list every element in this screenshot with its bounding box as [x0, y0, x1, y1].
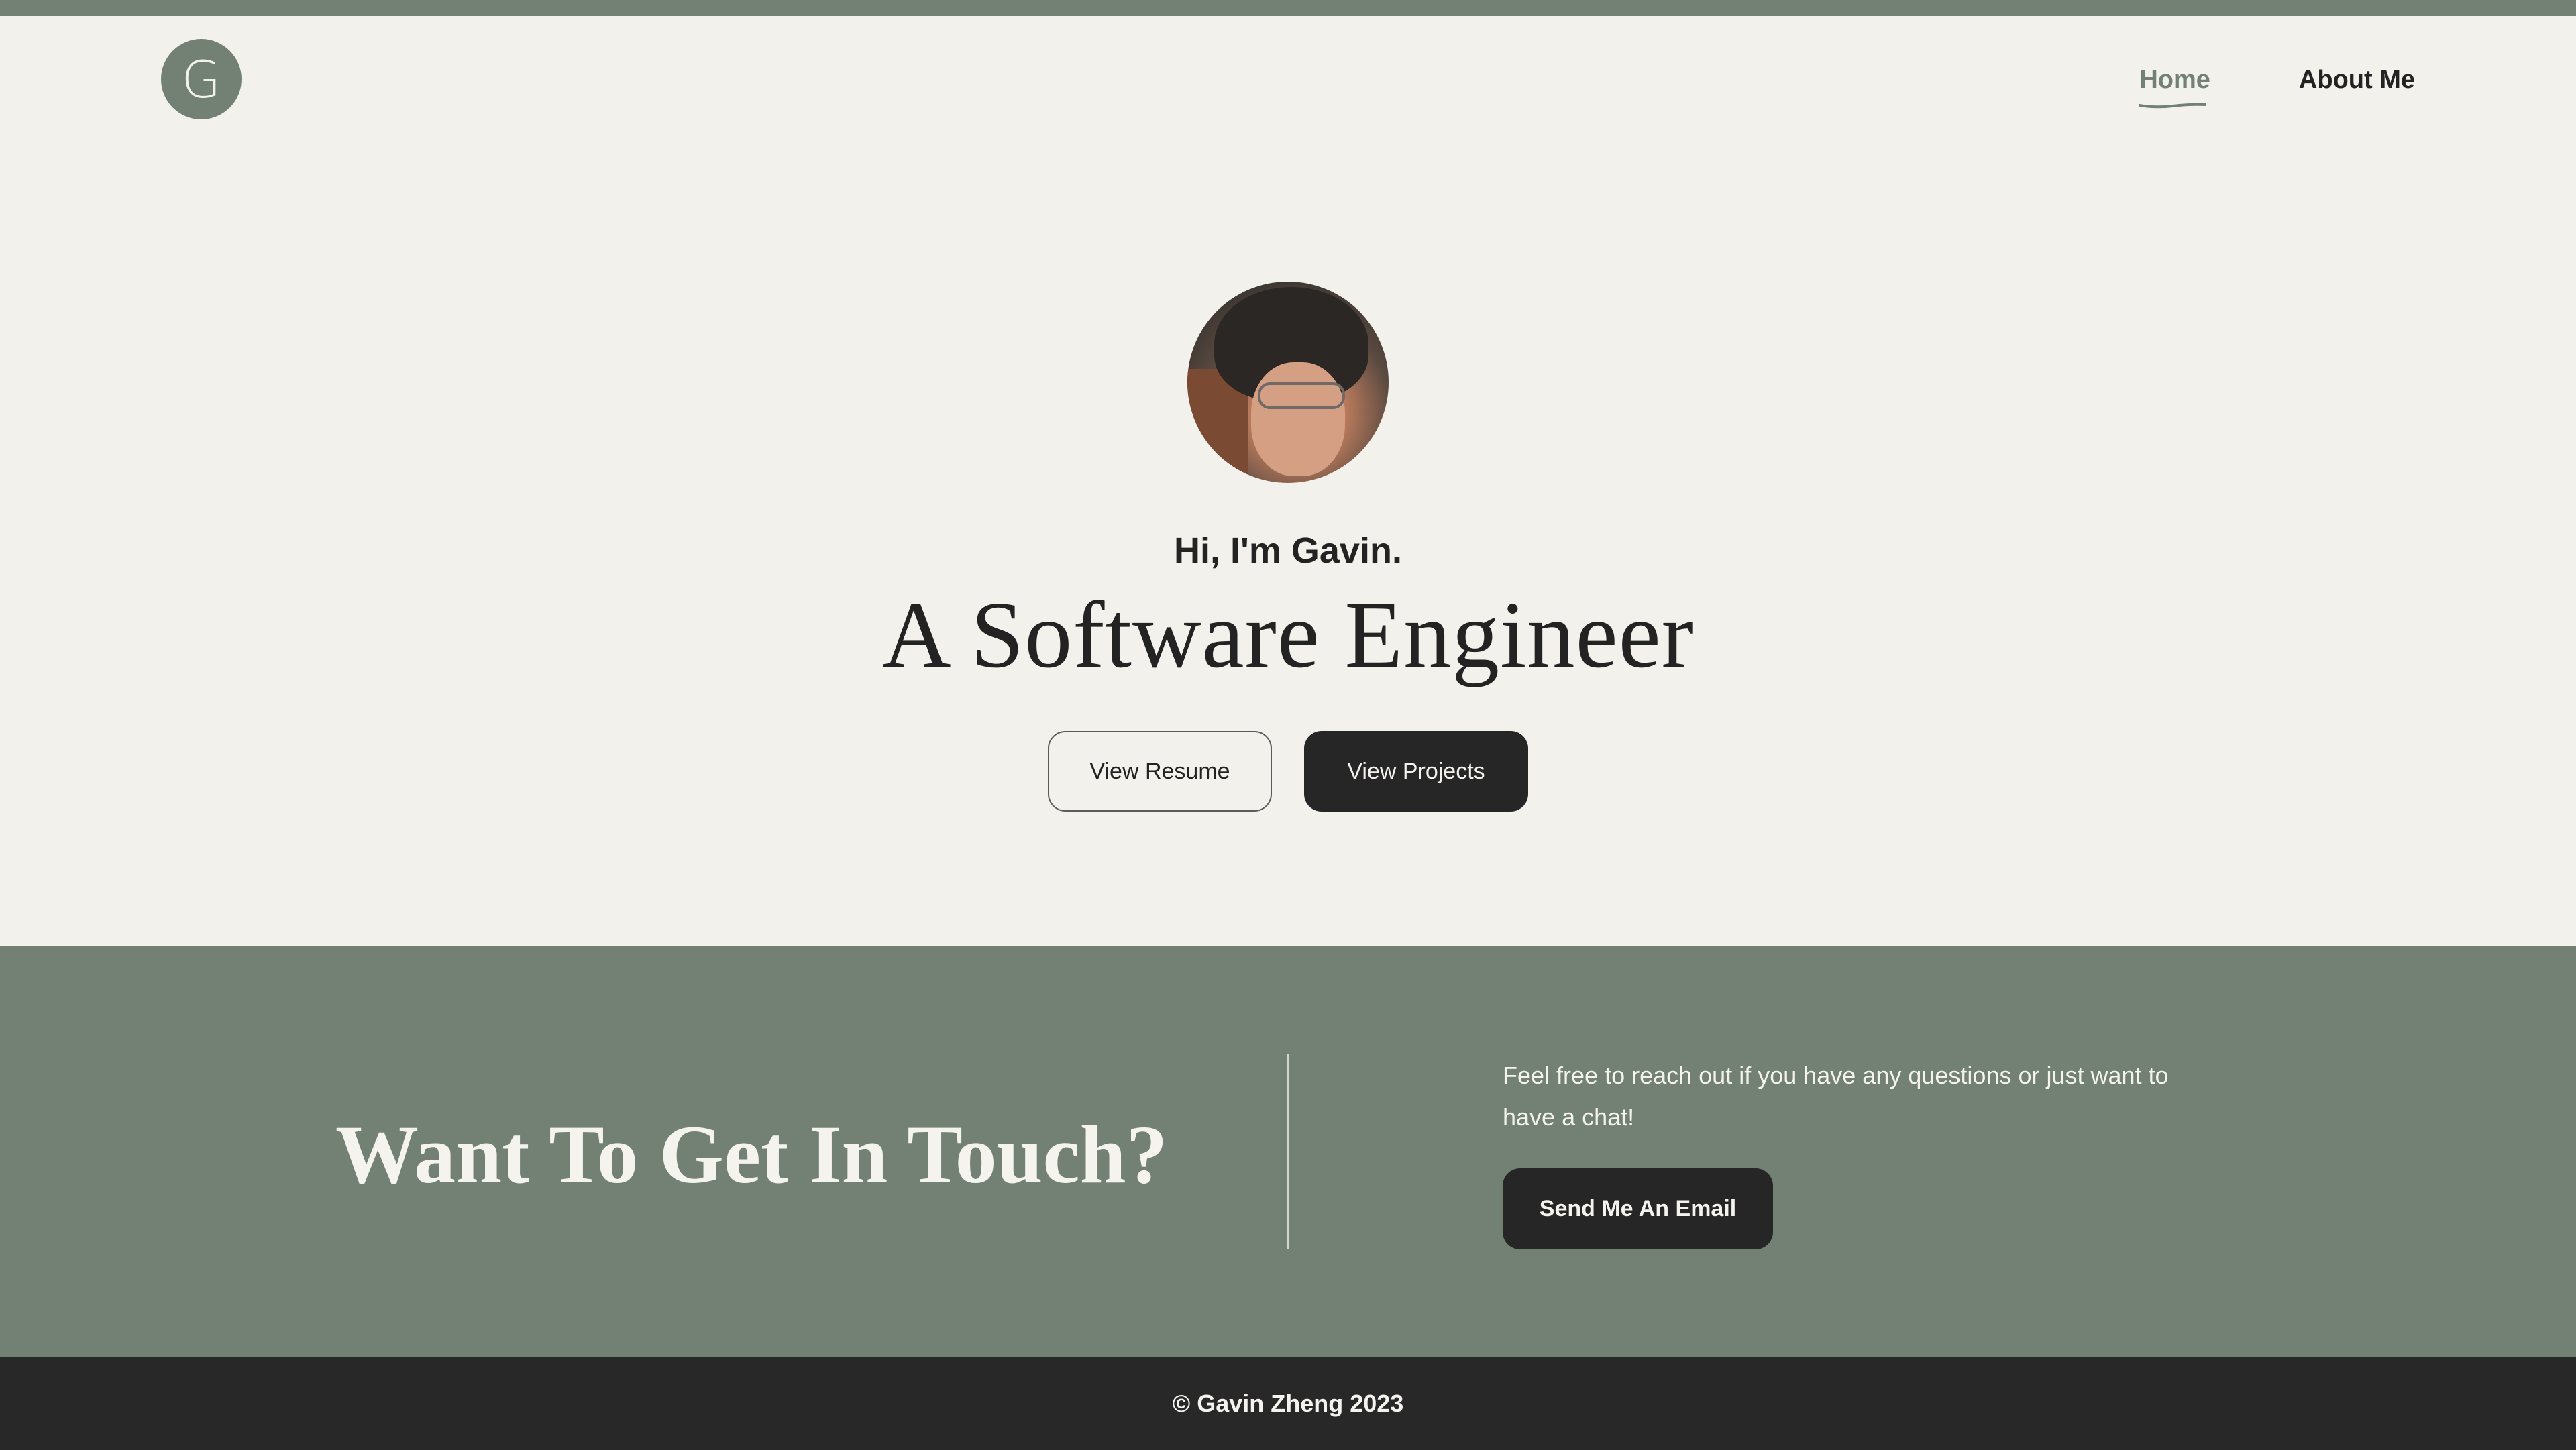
view-projects-button[interactable]: View Projects	[1304, 731, 1528, 812]
contact-section: Want To Get In Touch? Feel free to reach…	[0, 946, 2576, 1357]
nav-home-link[interactable]: Home	[2139, 66, 2210, 109]
top-accent-strip	[0, 0, 2576, 16]
nav-about-label: About Me	[2298, 66, 2415, 94]
contact-divider	[1287, 1054, 1289, 1249]
logo-avatar[interactable]: G	[161, 39, 241, 119]
hero-button-group: View Resume View Projects	[0, 731, 2576, 812]
greeting-text: Hi, I'm Gavin.	[1174, 531, 1402, 571]
photo-face	[1251, 362, 1345, 476]
contact-description: Feel free to reach out if you have any q…	[1503, 1062, 2169, 1131]
nav-home-label: Home	[2139, 66, 2210, 94]
view-resume-button[interactable]: View Resume	[1048, 731, 1272, 812]
page-title: A Software Engineer	[882, 581, 1694, 687]
site-header: G Home About Me	[0, 16, 2576, 150]
footer-copyright: © Gavin Zheng 2023	[1172, 1389, 1404, 1417]
main-nav: Home About Me	[2139, 66, 2415, 109]
contact-title: Want To Get In Touch?	[335, 1109, 1168, 1201]
photo-glasses	[1258, 382, 1345, 409]
logo-letter: G	[181, 49, 221, 109]
nav-about-link[interactable]: About Me	[2299, 66, 2415, 95]
site-footer: © Gavin Zheng 2023	[0, 1357, 2576, 1450]
send-email-button[interactable]: Send Me An Email	[1503, 1168, 1773, 1249]
active-underline-icon	[2139, 103, 2207, 109]
profile-photo	[1187, 282, 1389, 483]
hero-section: Hi, I'm Gavin. A Software Engineer View …	[0, 150, 2576, 946]
